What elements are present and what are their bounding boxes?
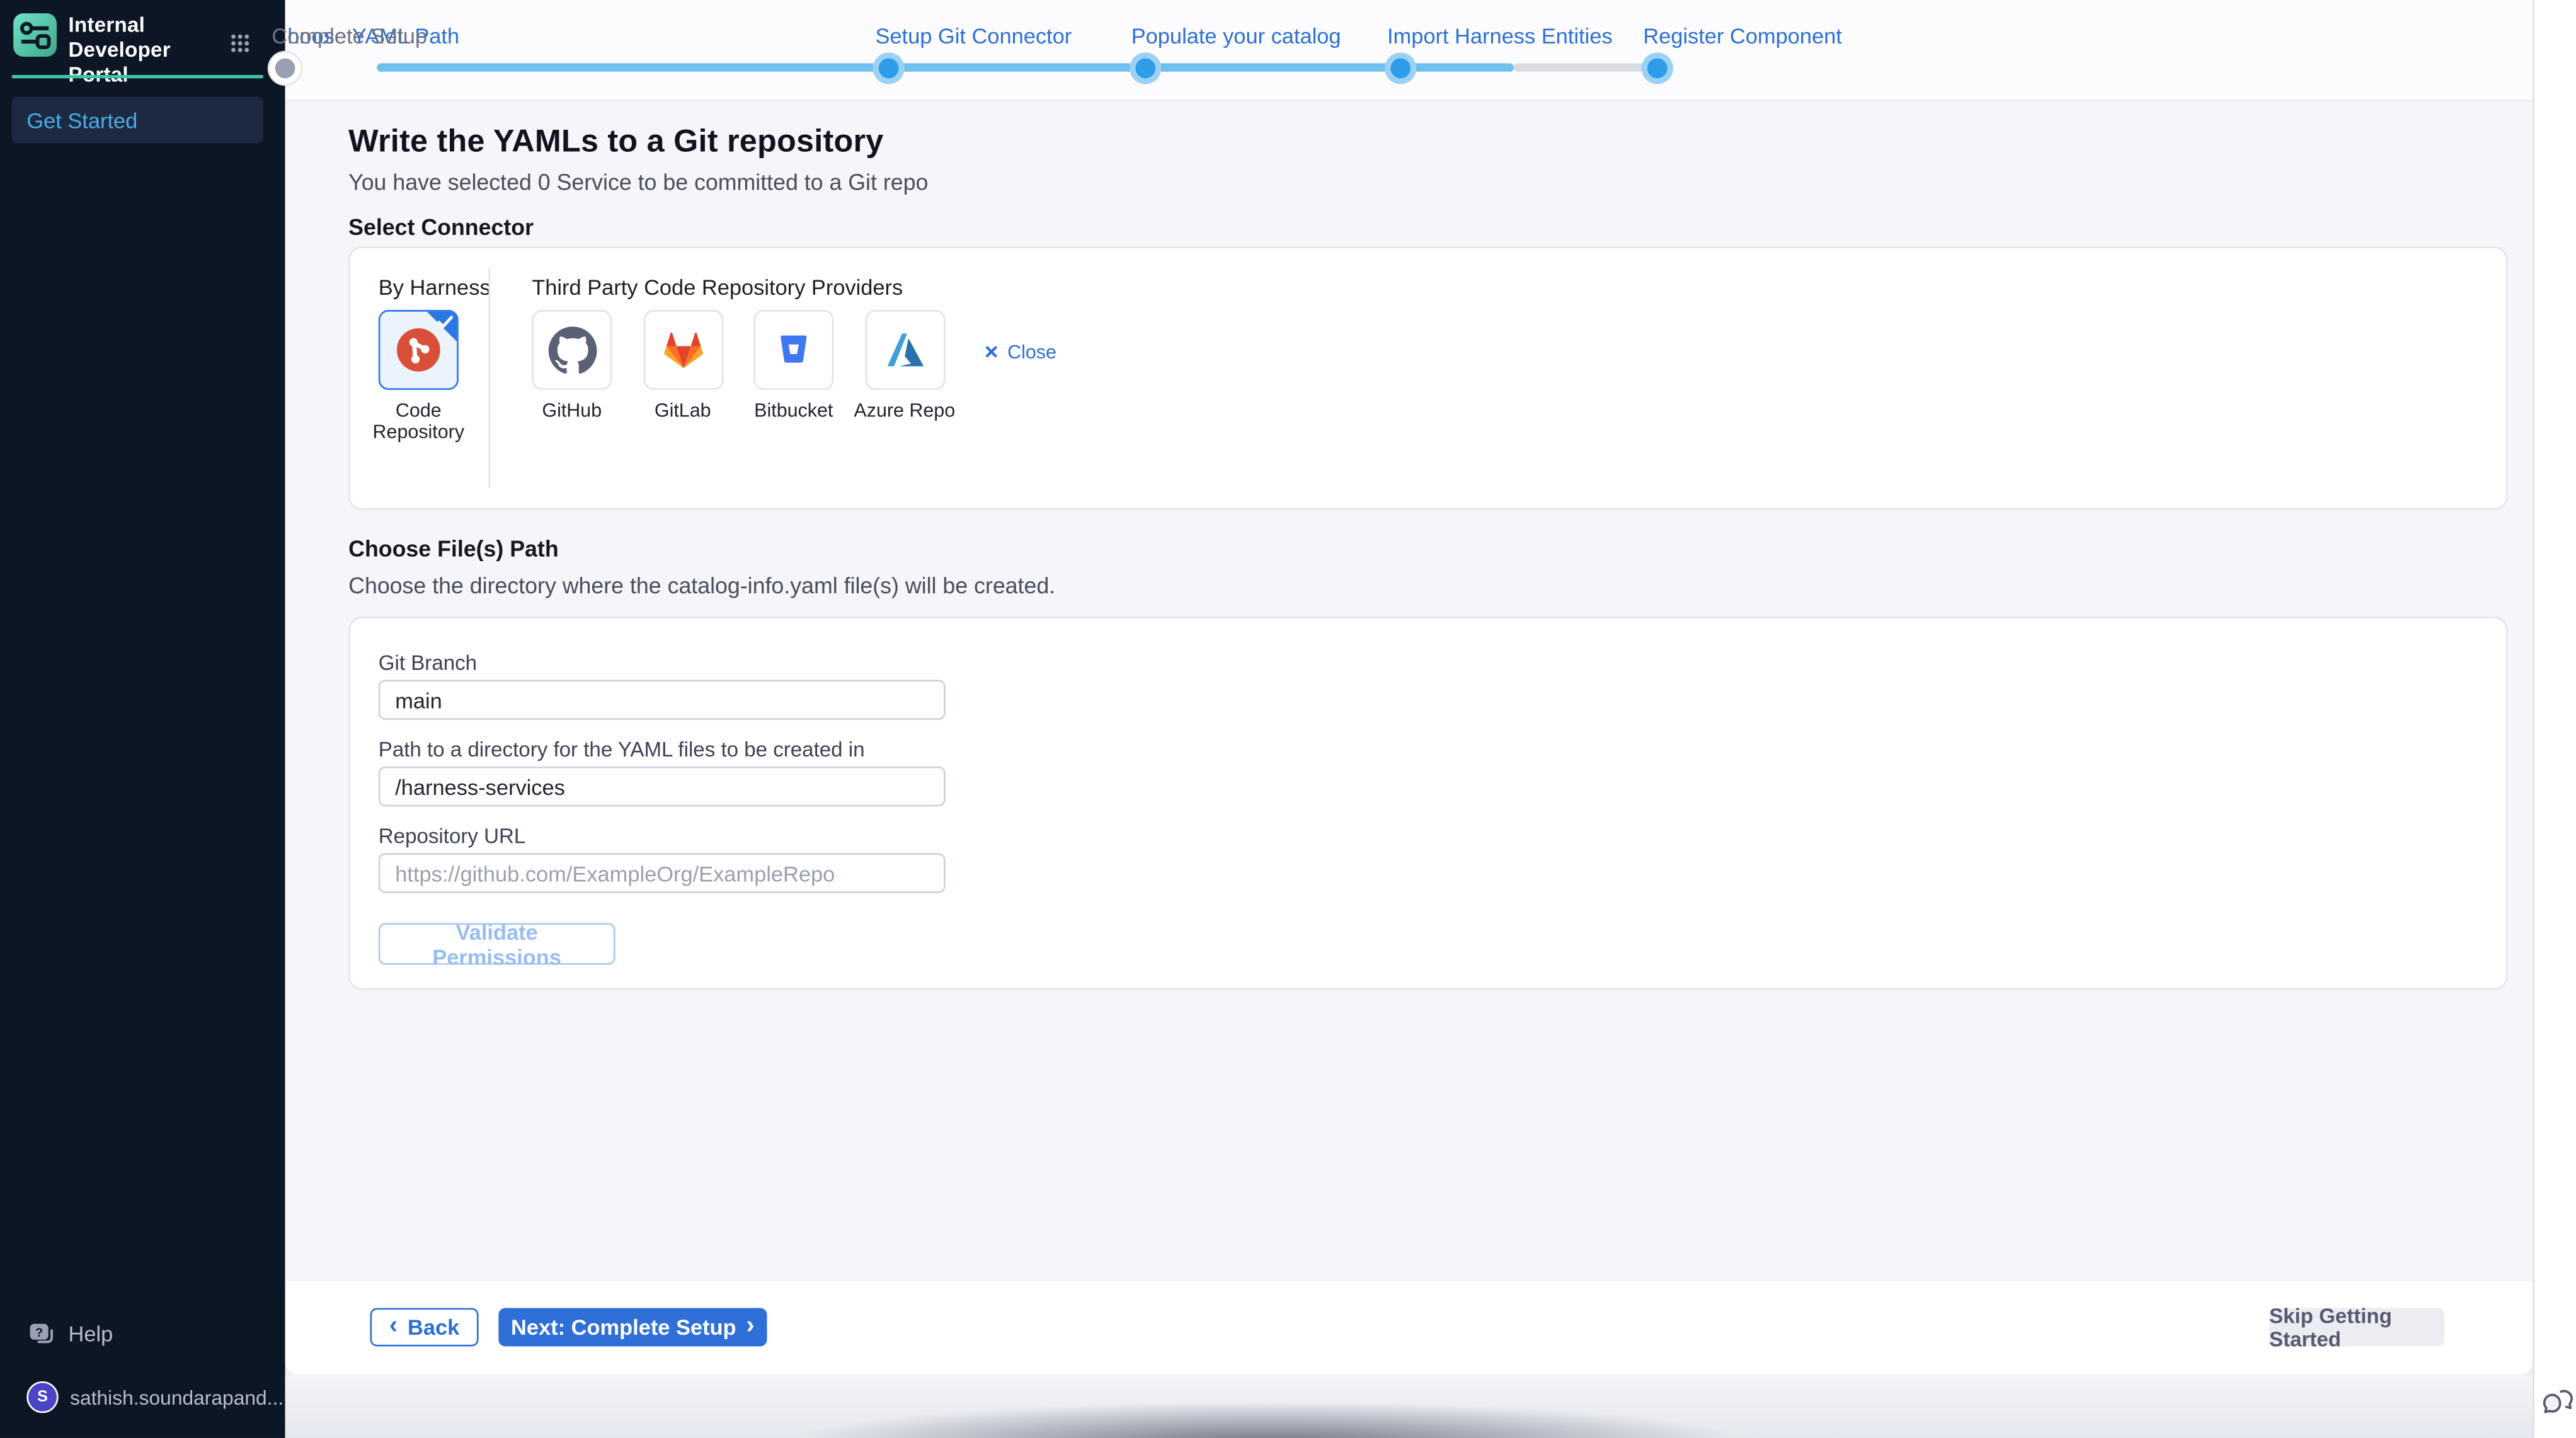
yaml-directory-input[interactable] bbox=[379, 767, 946, 806]
azure-repo-tile-label: Azure Repo bbox=[854, 402, 955, 424]
bottom-strip bbox=[285, 1374, 2533, 1438]
git-branch-input[interactable] bbox=[379, 680, 946, 719]
sidebar-accent-divider bbox=[12, 75, 264, 78]
step-dot[interactable] bbox=[1390, 57, 1411, 77]
connector-option-code-repository: Code Repository bbox=[379, 310, 459, 445]
github-tile-label: GitHub bbox=[542, 402, 602, 424]
choose-files-path-description: Choose the directory where the catalog-i… bbox=[348, 573, 1055, 598]
select-connector-label: Select Connector bbox=[348, 215, 534, 240]
connector-option-gitlab: GitLab bbox=[643, 310, 723, 423]
third-party-providers-row: GitHub GitLab bbox=[532, 310, 944, 423]
validate-permissions-button[interactable]: Validate Permissions bbox=[379, 923, 615, 965]
step-dot[interactable] bbox=[275, 57, 295, 77]
avatar: S bbox=[26, 1381, 58, 1413]
step-dot[interactable] bbox=[1647, 57, 1667, 77]
step-label[interactable]: Import Harness Entities bbox=[1387, 23, 1613, 49]
stepper-remaining-line bbox=[1514, 64, 1657, 72]
main-content: Write the YAMLs to a Git repository You … bbox=[285, 101, 2533, 1281]
connector-card: By Harness Third Party Code Repository P… bbox=[348, 247, 2507, 510]
validate-permissions-label: Validate Permissions bbox=[390, 919, 604, 969]
help-chat-icon: ? bbox=[28, 1321, 55, 1347]
connector-option-azure-repo: Azure Repo bbox=[864, 310, 944, 423]
check-icon bbox=[437, 315, 453, 330]
third-party-label: Third Party Code Repository Providers bbox=[532, 275, 903, 300]
git-branch-label: Git Branch bbox=[379, 651, 477, 675]
azure-repo-tile[interactable] bbox=[864, 310, 944, 390]
repository-url-input[interactable] bbox=[379, 853, 946, 893]
code-repository-tile-label: Code Repository bbox=[358, 402, 479, 446]
next-complete-setup-button[interactable]: Next: Complete Setup › bbox=[498, 1308, 767, 1347]
repository-url-label: Repository URL bbox=[379, 825, 526, 848]
gitlab-icon bbox=[660, 326, 706, 373]
get-started-label: Get Started bbox=[26, 108, 137, 133]
help-label: Help bbox=[69, 1321, 113, 1347]
gitlab-tile[interactable] bbox=[643, 310, 723, 390]
step-label[interactable]: Register Component bbox=[1643, 23, 1842, 49]
step-label[interactable]: Setup Git Connector bbox=[875, 23, 1072, 49]
page-title: Write the YAMLs to a Git repository bbox=[348, 125, 883, 161]
yaml-directory-label: Path to a directory for the YAML files t… bbox=[379, 738, 865, 762]
chat-bubbles-icon bbox=[2541, 1383, 2574, 1417]
azure-icon bbox=[881, 326, 928, 373]
app-switcher-grid-icon[interactable] bbox=[230, 31, 250, 62]
user-menu[interactable]: S sathish.soundarapand... bbox=[26, 1381, 283, 1413]
connector-option-bitbucket: Bitbucket bbox=[753, 310, 833, 423]
chevron-left-icon: ‹ bbox=[389, 1313, 398, 1338]
wizard-stepper-bar: Setup Git Connector Populate your catalo… bbox=[285, 0, 2533, 101]
next-label: Next: Complete Setup bbox=[511, 1315, 736, 1340]
svg-text:?: ? bbox=[35, 1326, 43, 1340]
github-icon bbox=[547, 326, 596, 374]
back-button[interactable]: ‹ Back bbox=[370, 1308, 479, 1347]
step-label[interactable]: Populate your catalog bbox=[1131, 23, 1341, 49]
bitbucket-tile[interactable] bbox=[753, 310, 833, 390]
app-root: Internal Developer Portal Get Started ? … bbox=[0, 0, 2576, 1438]
skip-getting-started-button[interactable]: Skip Getting Started bbox=[2269, 1308, 2444, 1347]
gitlab-tile-label: GitLab bbox=[655, 402, 711, 424]
avatar-initial: S bbox=[37, 1388, 48, 1407]
connector-option-github: GitHub bbox=[532, 310, 612, 423]
harness-idp-logo-icon bbox=[13, 13, 57, 57]
column-divider bbox=[488, 268, 490, 488]
sidebar: Internal Developer Portal Get Started ? … bbox=[0, 0, 285, 1438]
choose-files-path-label: Choose File(s) Path bbox=[348, 537, 559, 562]
bitbucket-icon bbox=[772, 328, 815, 372]
wizard-footer: ‹ Back Next: Complete Setup › Skip Getti… bbox=[285, 1281, 2533, 1374]
bottom-shadow bbox=[752, 1398, 1786, 1437]
file-path-form-card: Git Branch Path to a directory for the Y… bbox=[348, 617, 2507, 990]
sidebar-item-get-started[interactable]: Get Started bbox=[12, 96, 264, 143]
bitbucket-tile-label: Bitbucket bbox=[754, 402, 833, 424]
help-button[interactable]: ? Help bbox=[28, 1321, 113, 1347]
chat-widget-button[interactable] bbox=[2541, 1383, 2574, 1417]
stepper-progress-line bbox=[377, 64, 1514, 72]
chevron-right-icon: › bbox=[746, 1313, 754, 1338]
github-tile[interactable] bbox=[532, 310, 612, 390]
code-repository-tile[interactable] bbox=[379, 310, 459, 390]
step-dot[interactable] bbox=[879, 57, 899, 77]
step-dot[interactable] bbox=[1135, 57, 1155, 77]
back-label: Back bbox=[408, 1315, 459, 1340]
user-name: sathish.soundarapand... bbox=[70, 1386, 283, 1409]
by-harness-label: By Harness bbox=[379, 275, 491, 300]
page-subtitle: You have selected 0 Service to be commit… bbox=[348, 170, 928, 195]
step-label[interactable]: Complete Setup bbox=[272, 23, 427, 49]
skip-label: Skip Getting Started bbox=[2269, 1304, 2444, 1350]
close-label: Close bbox=[1007, 343, 1056, 363]
close-icon: ✕ bbox=[983, 344, 999, 362]
right-scroll-gutter bbox=[2533, 0, 2576, 1438]
close-connector-picker[interactable]: ✕ Close bbox=[983, 343, 1056, 363]
